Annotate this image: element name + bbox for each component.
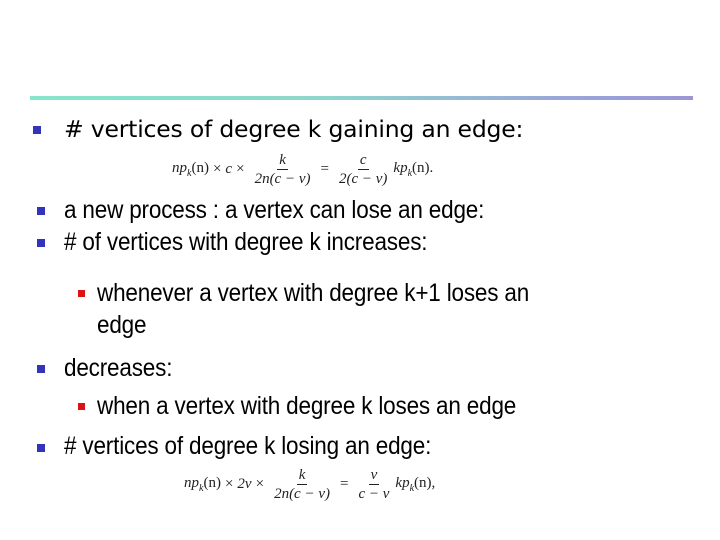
- bullet-text-decreases: decreases:: [64, 354, 173, 382]
- formula-fraction: c 2(c − v): [337, 152, 389, 187]
- sub-bullet-icon: [78, 290, 85, 297]
- formula-factor: c: [225, 161, 233, 177]
- bullet-icon: [37, 444, 45, 452]
- formula-arg: (n).: [412, 160, 434, 176]
- formula-losing-edge: npk(n) × 2v × k 2n(c − v) = v c − v kpk(…: [184, 467, 435, 502]
- formula-fraction: k 2n(c − v): [253, 152, 313, 187]
- fraction-denominator: c − v: [358, 486, 390, 502]
- bullet-text-gaining-edge: # vertices of degree k gaining an edge:: [64, 115, 524, 143]
- formula-arg: (n): [203, 475, 221, 491]
- formula-operator: ×: [236, 161, 245, 177]
- bullet-icon: [37, 207, 45, 215]
- formula-operator: ×: [255, 476, 265, 492]
- formula-term: kpk(n).: [393, 160, 433, 179]
- bullet-text-increases: # of vertices with degree k increases:: [64, 228, 428, 256]
- formula-factor: 2v: [237, 476, 252, 492]
- formula-equals: =: [320, 161, 329, 177]
- fraction-numerator: c: [357, 152, 369, 170]
- bullet-icon: [33, 126, 41, 134]
- sub-bullet-text: when a vertex with degree k loses an edg…: [97, 392, 517, 420]
- formula-operator: ×: [224, 476, 234, 492]
- formula-term: kpk(n),: [395, 475, 435, 494]
- fraction-numerator: k: [277, 152, 288, 170]
- fraction-numerator: k: [296, 467, 308, 485]
- formula-symbol: np: [184, 475, 199, 491]
- formula-equals: =: [340, 476, 349, 492]
- fraction-denominator: 2(c − v): [338, 171, 388, 187]
- formula-fraction: k 2n(c − v): [272, 467, 332, 502]
- bullet-text-losing-edge: # vertices of degree k losing an edge:: [64, 432, 432, 460]
- formula-symbol: np: [172, 160, 187, 176]
- formula-term: npk(n): [172, 160, 209, 179]
- fraction-numerator: v: [368, 467, 380, 485]
- sub-bullet-text-line2: edge: [97, 311, 147, 339]
- formula-term: npk(n): [184, 475, 221, 494]
- fraction-denominator: 2n(c − v): [254, 171, 311, 187]
- bullet-icon: [37, 365, 45, 373]
- formula-fraction: v c − v: [356, 467, 391, 502]
- bullet-text-new-process: a new process : a vertex can lose an edg…: [64, 196, 485, 224]
- title-accent-rule: [30, 96, 693, 100]
- formula-symbol: kp: [393, 160, 408, 176]
- formula-gaining-edge: npk(n) × c × k 2n(c − v) = c 2(c − v) kp…: [172, 152, 433, 187]
- fraction-denominator: 2n(c − v): [274, 486, 330, 502]
- formula-symbol: kp: [395, 475, 410, 491]
- formula-arg: (n),: [414, 475, 436, 491]
- sub-bullet-icon: [78, 403, 85, 410]
- formula-arg: (n): [191, 160, 209, 176]
- bullet-icon: [37, 239, 45, 247]
- formula-operator: ×: [212, 161, 222, 177]
- sub-bullet-text-line1: whenever a vertex with degree k+1 loses …: [97, 279, 530, 307]
